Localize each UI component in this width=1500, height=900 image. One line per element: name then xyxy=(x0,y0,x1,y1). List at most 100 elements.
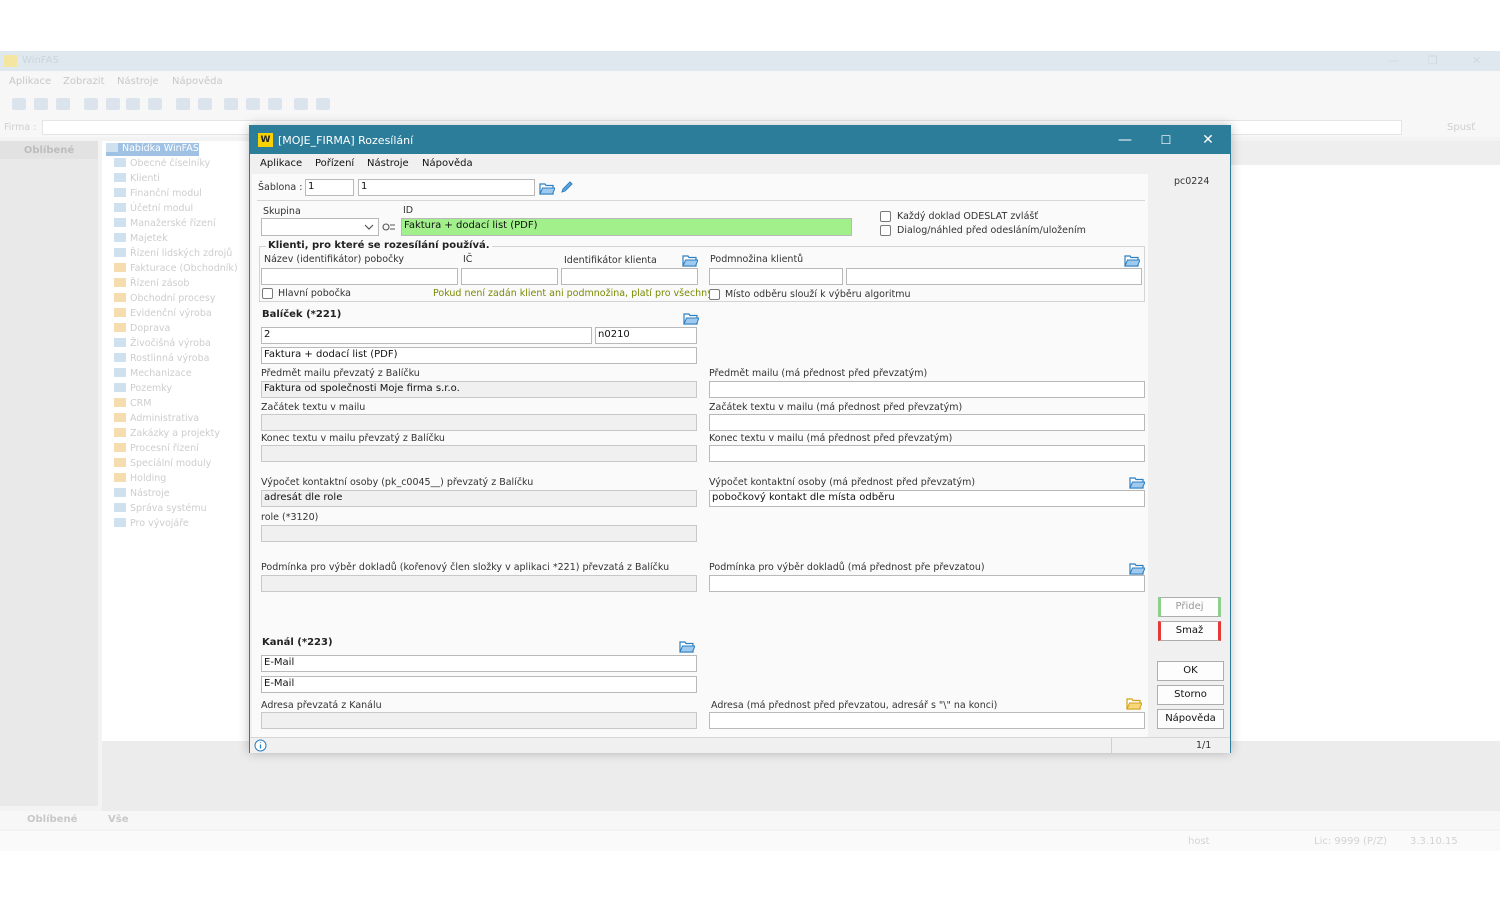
menu-aplikace[interactable]: Aplikace xyxy=(9,76,51,87)
tree-item[interactable]: Holding xyxy=(114,473,166,486)
close-icon[interactable]: ✕ xyxy=(1193,130,1223,150)
restore-icon[interactable]: ❐ xyxy=(1428,54,1438,67)
dialog-nahled-checkbox[interactable] xyxy=(880,225,891,236)
tree-item-label: Klienti xyxy=(130,173,160,184)
podmnozina-code-input[interactable] xyxy=(709,268,843,285)
close-icon[interactable]: ✕ xyxy=(1472,54,1481,67)
toolbar-icon[interactable] xyxy=(148,98,162,110)
tree-item[interactable]: Evidenční výroba xyxy=(114,308,212,321)
podmnozina-name-input[interactable] xyxy=(846,268,1142,285)
predmet-priority-input[interactable] xyxy=(709,381,1145,398)
tree-item[interactable]: Majetek xyxy=(114,233,168,246)
spust-button[interactable]: Spusť xyxy=(1447,122,1475,133)
tree-item[interactable]: Finanční modul xyxy=(114,188,202,201)
tree-item[interactable]: Klienti xyxy=(114,173,160,186)
open-folder-icon[interactable] xyxy=(1129,562,1145,575)
open-folder-icon[interactable] xyxy=(683,312,699,325)
dialog-menu-nastroje[interactable]: Nástroje xyxy=(367,158,409,169)
settings-icon[interactable] xyxy=(268,98,282,110)
open-folder-icon[interactable] xyxy=(539,182,555,195)
menu-napoveda[interactable]: Nápověda xyxy=(172,76,223,87)
ok-button[interactable]: OK xyxy=(1157,661,1224,681)
tree-item[interactable]: Obecné číselníky xyxy=(114,158,210,171)
info-icon[interactable] xyxy=(254,739,267,752)
adresa-priority-input[interactable] xyxy=(709,712,1145,729)
odeslat-zvlast-checkbox[interactable] xyxy=(880,211,891,222)
tree-item[interactable]: Mechanizace xyxy=(114,368,192,381)
misto-odberu-checkbox[interactable] xyxy=(709,289,720,300)
tree-item[interactable]: Procesní řízení xyxy=(114,443,199,456)
toolbar-icon[interactable] xyxy=(176,98,190,110)
skupina-select[interactable] xyxy=(261,218,379,236)
tree-item[interactable]: Pro vývojáře xyxy=(114,518,189,531)
menu-zobrazit[interactable]: Zobrazit xyxy=(63,76,105,87)
back-icon[interactable] xyxy=(84,98,98,110)
group-settings-icon[interactable] xyxy=(382,221,396,233)
zacatek-priority-input[interactable] xyxy=(709,414,1145,431)
konec-priority-input[interactable] xyxy=(709,445,1145,462)
chevron-down-icon[interactable] xyxy=(364,223,374,231)
tree-item[interactable]: Fakturace (Obchodník) xyxy=(114,263,238,276)
tree-item[interactable]: Administrativa xyxy=(114,413,199,426)
tree-item[interactable]: Speciální moduly xyxy=(114,458,211,471)
toolbar-icon[interactable] xyxy=(246,98,260,110)
edit-pencil-icon[interactable] xyxy=(560,180,574,194)
refresh-icon[interactable] xyxy=(126,98,140,110)
toolbar-icon[interactable] xyxy=(294,98,308,110)
menu-nastroje[interactable]: Nástroje xyxy=(117,76,159,87)
sablona-name-input[interactable]: 1 xyxy=(358,179,535,196)
balicek-name-input[interactable]: Faktura + dodací list (PDF) xyxy=(261,347,697,364)
tree-item[interactable]: Řízení lidských zdrojů xyxy=(114,248,232,261)
identifikator-klienta-input[interactable] xyxy=(561,268,698,285)
smaz-button[interactable]: Smaž xyxy=(1158,621,1221,641)
dialog-menu-napoveda[interactable]: Nápověda xyxy=(422,158,473,169)
toolbar-icon[interactable] xyxy=(106,98,120,110)
kanal-number-input[interactable]: E-Mail xyxy=(261,655,697,672)
open-folder-icon[interactable] xyxy=(679,640,695,653)
balicek-number-input[interactable]: 2 xyxy=(261,327,592,344)
folder-icon xyxy=(114,413,126,422)
pridej-button[interactable]: Přidej xyxy=(1158,597,1221,617)
tree-item[interactable]: Nástroje xyxy=(114,488,170,501)
tree-item[interactable]: Doprava xyxy=(114,323,170,336)
toolbar-icon[interactable] xyxy=(198,98,212,110)
tree-item[interactable]: Živočišná výroba xyxy=(114,338,211,351)
tree-item[interactable]: Rostlinná výroba xyxy=(114,353,209,366)
vypocet-priority-input[interactable]: pobočkový kontakt dle místa odběru xyxy=(709,490,1145,507)
tree-item[interactable]: Obchodní procesy xyxy=(114,293,215,306)
dialog-menu-aplikace[interactable]: Aplikace xyxy=(260,158,302,169)
help-icon[interactable] xyxy=(316,98,330,110)
storno-button[interactable]: Storno xyxy=(1157,685,1224,705)
toolbar-icon[interactable] xyxy=(12,98,26,110)
tree-item[interactable]: Řízení zásob xyxy=(114,278,189,291)
open-folder-icon[interactable] xyxy=(682,254,698,267)
tree-item[interactable]: CRM xyxy=(114,398,151,411)
tree-item[interactable]: Pozemky xyxy=(114,383,172,396)
toolbar-icon[interactable] xyxy=(224,98,238,110)
kanal-name-input[interactable]: E-Mail xyxy=(261,676,697,693)
ic-input[interactable] xyxy=(461,268,558,285)
open-folder-icon[interactable] xyxy=(1129,476,1145,489)
tree-item[interactable]: Správa systému xyxy=(114,503,207,516)
napoveda-button[interactable]: Nápověda xyxy=(1157,709,1224,729)
toolbar-icon[interactable] xyxy=(34,98,48,110)
tree-root-item[interactable]: Nabídka WinFAS xyxy=(106,143,199,156)
tab-vse[interactable]: Vše xyxy=(108,814,128,825)
balicek-code-input[interactable]: n0210 xyxy=(595,327,697,344)
dialog-menu-porizeni[interactable]: Pořízení xyxy=(315,158,354,169)
tab-oblibene[interactable]: Oblíbené xyxy=(27,814,77,825)
hlavni-pobocka-checkbox[interactable] xyxy=(262,288,273,299)
minimize-icon[interactable]: — xyxy=(1110,130,1140,150)
podminka-priority-input[interactable] xyxy=(709,575,1145,592)
maximize-icon[interactable]: ☐ xyxy=(1151,130,1181,150)
tree-item[interactable]: Manažerské řízení xyxy=(114,218,216,231)
open-folder-icon[interactable] xyxy=(1124,254,1140,267)
id-field[interactable]: Faktura + dodací list (PDF) xyxy=(401,218,852,236)
tree-item[interactable]: Zakázky a projekty xyxy=(114,428,220,441)
sablona-number-input[interactable]: 1 xyxy=(305,179,354,196)
pobocka-input[interactable] xyxy=(261,268,458,285)
minimize-icon[interactable]: — xyxy=(1388,54,1399,67)
tree-item[interactable]: Účetní modul xyxy=(114,203,193,216)
toolbar-icon[interactable] xyxy=(56,98,70,110)
open-folder-yellow-icon[interactable] xyxy=(1126,697,1142,710)
